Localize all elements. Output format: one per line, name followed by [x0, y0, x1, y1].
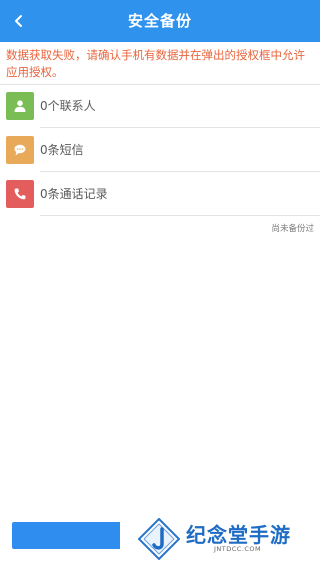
person-icon	[6, 92, 34, 120]
watermark-subtitle: JNTDCC.COM	[214, 545, 262, 553]
divider	[40, 215, 320, 216]
backup-status: 尚未备份过	[271, 224, 314, 234]
contacts-count: 0个联系人	[40, 99, 96, 113]
page-title: 安全备份	[127, 12, 192, 30]
site-logo-icon	[138, 518, 180, 560]
watermark: 纪念堂手游 JNTDCC.COM	[120, 515, 320, 561]
list-item-call-log[interactable]: 0条通话记录	[0, 172, 320, 216]
error-message: 数据获取失败，请确认手机有数据并在弹出的授权框中允许应用授权。	[6, 48, 305, 79]
watermark-title: 纪念堂手游	[186, 523, 291, 547]
list-item-contacts[interactable]: 0个联系人	[0, 84, 320, 128]
message-bubble-icon	[6, 136, 34, 164]
phone-icon	[6, 180, 34, 208]
list-item-sms[interactable]: 0条短信	[0, 128, 320, 172]
sms-count: 0条短信	[40, 143, 84, 157]
call-log-count: 0条通话记录	[40, 187, 108, 201]
app-header: 安全备份	[0, 0, 320, 42]
